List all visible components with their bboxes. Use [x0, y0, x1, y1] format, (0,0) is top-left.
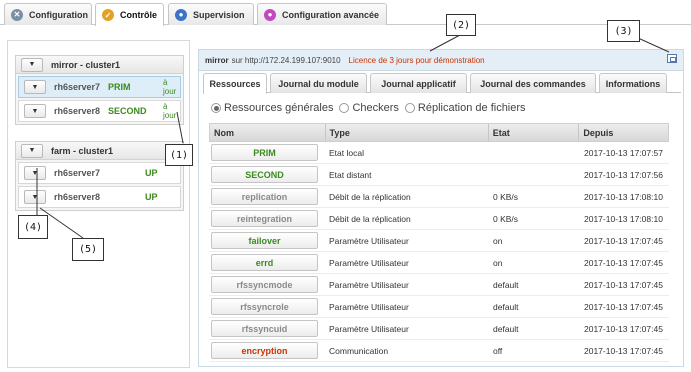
annotation-leaders	[36, 34, 670, 239]
annotation-callout: (5)	[72, 238, 104, 261]
annotation-callout: (3)	[607, 20, 640, 42]
annotation-callout: (4)	[18, 215, 48, 239]
leader-line-2	[429, 34, 461, 52]
annotation-callout: (1)	[165, 144, 193, 166]
leader-line-1	[176, 111, 184, 144]
annotation-callout: (2)	[446, 14, 476, 36]
leader-line-3	[637, 37, 670, 53]
